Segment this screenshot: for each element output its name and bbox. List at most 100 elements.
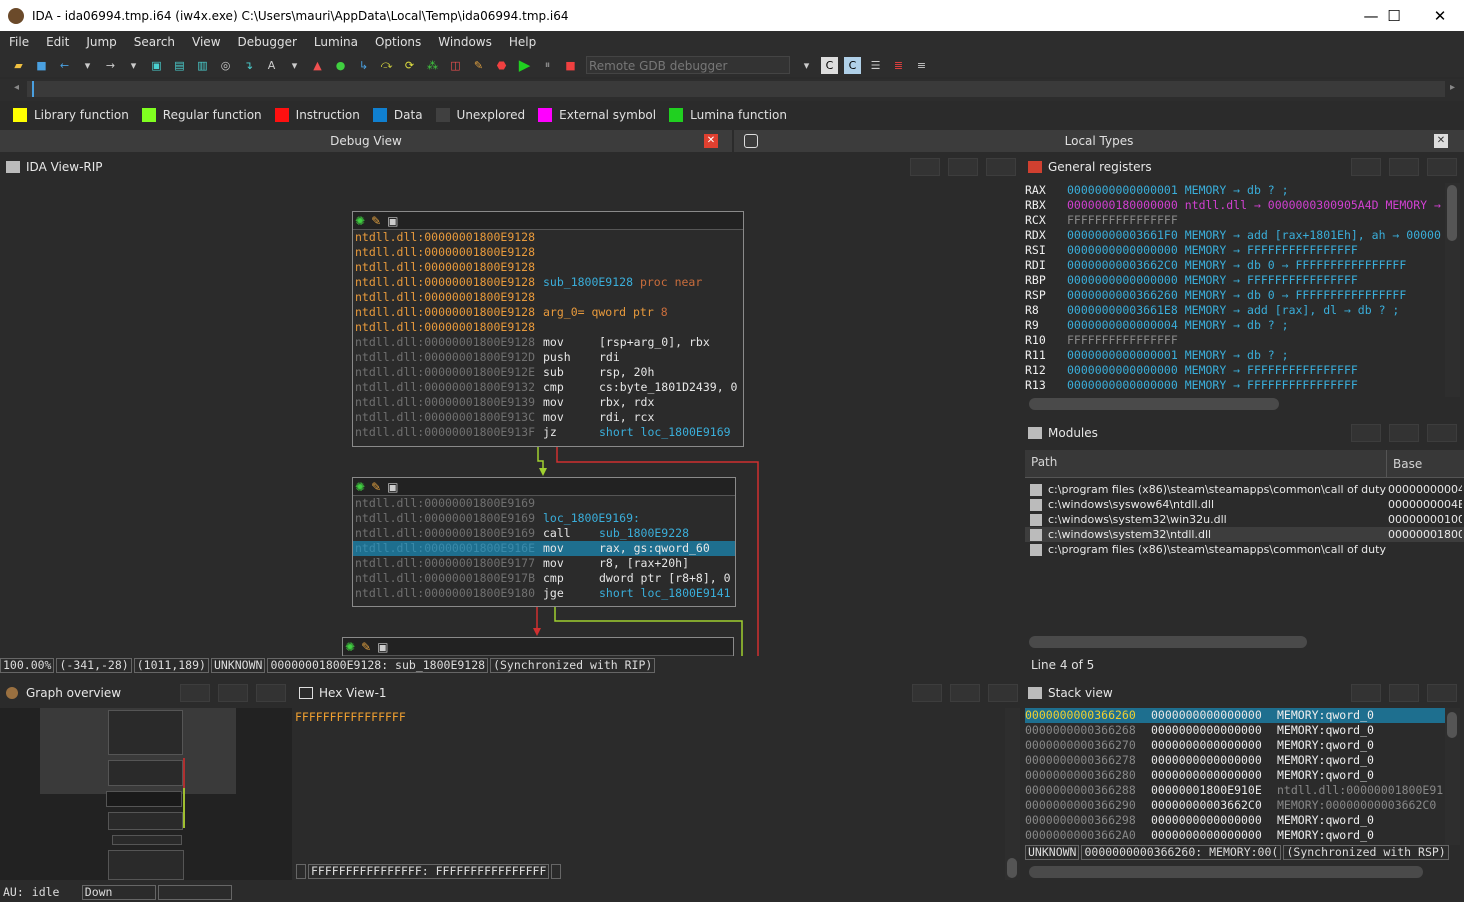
stack-row[interactable]: 0000000000366288 00000001800E910E ntdll.dl… <box>1025 783 1445 798</box>
register-row[interactable]: R9 0000000000000004 MEMORY → db ? ; <box>1025 318 1443 333</box>
menu-jump[interactable]: Jump <box>77 35 124 49</box>
edit-icon[interactable]: ✎ <box>470 57 487 74</box>
menu-file[interactable]: File <box>0 35 37 49</box>
menu-search[interactable]: Search <box>125 35 183 49</box>
code-line[interactable]: ntdll.dll:00000001800E9139 mov rbx, rdx <box>353 395 743 410</box>
code-line[interactable]: ntdll.dll:00000001800E9128 sub_1800E9128 … <box>353 275 743 290</box>
code-line[interactable]: ntdll.dll:00000001800E9128 <box>353 230 743 245</box>
run-to-cursor-icon[interactable]: ⟳ <box>401 57 418 74</box>
register-row[interactable]: RSI 0000000000000000 MEMORY → FFFFFFFFFFF… <box>1025 243 1443 258</box>
node-rename-icon[interactable]: ✎ <box>361 640 371 654</box>
stack-scrollbar[interactable] <box>1445 708 1460 845</box>
node-group-icon[interactable]: ▣ <box>387 214 398 228</box>
hex-scrollbar[interactable] <box>1005 708 1020 880</box>
modules-maximize-button[interactable] <box>1389 424 1419 442</box>
navigation-band[interactable]: ◂ ▸ <box>0 79 1464 101</box>
code-operand[interactable]: [rsp+arg_0], rbx <box>599 335 710 349</box>
node-color-icon[interactable]: ✺ <box>355 480 365 494</box>
graph-icon[interactable]: ▣ <box>148 57 165 74</box>
list-indent-icon[interactable]: ≡ <box>913 57 930 74</box>
code-operand[interactable]: dword ptr [r8+8], 0 <box>599 571 731 585</box>
code-line-selected[interactable]: ntdll.dll:00000001800E916E mov rax, gs:qwo… <box>353 541 735 556</box>
modules-close-button[interactable] <box>1427 424 1457 442</box>
overview-maximize-button[interactable] <box>218 684 248 702</box>
close-button[interactable]: ✕ <box>1417 0 1463 31</box>
modules-float-button[interactable] <box>1351 424 1381 442</box>
code-line[interactable]: ntdll.dll:00000001800E9128 <box>353 260 743 275</box>
ida-view-float-button[interactable] <box>910 158 940 176</box>
menu-debugger[interactable]: Debugger <box>229 35 305 49</box>
registers-close-button[interactable] <box>1427 158 1457 176</box>
tab-debug-view[interactable]: Debug View ✕ <box>0 130 732 152</box>
graph-view[interactable]: ✺ ✎ ▣ ntdll.dll:00000001800E9128 ntdll.dll:… <box>0 180 1020 656</box>
open-icon[interactable]: ▰ <box>10 57 27 74</box>
trace-icon[interactable]: ⁂ <box>424 57 441 74</box>
register-row[interactable]: RBX 0000000180000000 ntdll.dll → 00000003… <box>1025 198 1443 213</box>
overview-float-button[interactable] <box>180 684 210 702</box>
register-row[interactable]: R13 0000000000000000 MEMORY → FFFFFFFFFFF… <box>1025 378 1443 393</box>
modules-hscroll[interactable] <box>1029 636 1307 648</box>
stack-float-button[interactable] <box>1351 684 1381 702</box>
hex-content[interactable]: FFFFFFFFFFFFFFFF <box>294 708 1002 724</box>
registers-hscroll[interactable] <box>1029 398 1279 410</box>
stack-hscroll[interactable] <box>1029 866 1423 878</box>
column-base[interactable]: Base <box>1387 452 1422 476</box>
hex-view[interactable]: FFFFFFFFFFFFFFFF <box>294 708 1002 863</box>
menu-windows[interactable]: Windows <box>429 35 500 49</box>
register-value[interactable]: 0000000000000004 <box>1067 318 1178 332</box>
register-value[interactable]: 0000000000000000 <box>1067 243 1178 257</box>
names-icon[interactable]: ▤ <box>171 57 188 74</box>
stack-row[interactable]: 0000000000366278 0000000000000000 MEMORY:q… <box>1025 753 1445 768</box>
stack-row[interactable]: 0000000000366270 0000000000000000 MEMORY:q… <box>1025 738 1445 753</box>
code-line[interactable]: ntdll.dll:00000001800E913F jz short loc_18… <box>353 425 743 440</box>
code-operand[interactable]: short loc_1800E9141 <box>599 586 731 600</box>
node-rename-icon[interactable]: ✎ <box>371 480 381 494</box>
stack-row[interactable]: 0000000000366298 0000000000000000 MEMORY:q… <box>1025 813 1445 828</box>
code-label[interactable]: sub_1800E9128 <box>543 275 633 289</box>
module-row[interactable]: c:\windows\syswow64\ntdll.dll 0000000004B… <box>1025 497 1464 512</box>
register-value[interactable]: FFFFFFFFFFFFFFFF <box>1067 333 1178 347</box>
step-into-icon[interactable]: ↳ <box>355 57 372 74</box>
node-rename-icon[interactable]: ✎ <box>371 214 381 228</box>
code-line[interactable]: ntdll.dll:00000001800E9169 call sub_1800E9… <box>353 526 735 541</box>
save-icon[interactable]: ■ <box>33 57 50 74</box>
code-operand[interactable]: rdi, rcx <box>599 410 654 424</box>
code-label[interactable]: loc_1800E9169: <box>543 511 640 525</box>
globe-icon[interactable]: ● <box>332 57 349 74</box>
register-row[interactable]: R12 0000000000000000 MEMORY → FFFFFFFFFFF… <box>1025 363 1443 378</box>
register-row[interactable]: R8 00000000003661E8 MEMORY → add [rax], d… <box>1025 303 1443 318</box>
tab-local-types[interactable]: Local Types ✕ <box>734 130 1464 152</box>
registers-maximize-button[interactable] <box>1389 158 1419 176</box>
code-line[interactable]: ntdll.dll:00000001800E9128 arg_0= qword p… <box>353 305 743 320</box>
node-group-icon[interactable]: ▣ <box>377 640 388 654</box>
register-value[interactable]: 0000000000000000 <box>1067 363 1178 377</box>
stack-row[interactable]: 0000000000366260 0000000000000000 MEMORY:q… <box>1025 708 1445 723</box>
code-line[interactable]: ntdll.dll:00000001800E9128 <box>353 320 743 335</box>
register-row[interactable]: R11 0000000000000001 MEMORY → db ? ; <box>1025 348 1443 363</box>
column-path[interactable]: Path <box>1025 449 1387 478</box>
register-value[interactable]: 0000000000000000 <box>1067 378 1178 392</box>
nav-left-icon[interactable]: ◂ <box>14 82 19 93</box>
image-icon[interactable]: ▲ <box>309 57 326 74</box>
registers-float-button[interactable] <box>1351 158 1381 176</box>
code-line[interactable]: ntdll.dll:00000001800E913C mov rdi, rcx <box>353 410 743 425</box>
ida-view-close-button[interactable] <box>986 158 1016 176</box>
menu-help[interactable]: Help <box>500 35 544 49</box>
register-value[interactable]: 00000000003662C0 <box>1067 258 1178 272</box>
registers-scrollbar[interactable] <box>1445 183 1460 397</box>
jump-icon[interactable]: ↴ <box>240 57 257 74</box>
code-operand[interactable]: rbx, rdx <box>599 395 654 409</box>
code-line[interactable]: ntdll.dll:00000001800E9180 jge short loc_1… <box>353 586 735 601</box>
code-line[interactable]: ntdll.dll:00000001800E917B cmp dword ptr [… <box>353 571 735 586</box>
text-dropdown-icon[interactable]: ▾ <box>286 57 303 74</box>
graph-overview[interactable] <box>0 708 292 880</box>
stack-row[interactable]: 0000000000366268 0000000000000000 MEMORY:q… <box>1025 723 1445 738</box>
register-row[interactable]: R10 FFFFFFFFFFFFFFFF <box>1025 333 1443 348</box>
hex-close-button[interactable] <box>988 684 1018 702</box>
register-value[interactable]: 00000000003661E8 <box>1067 303 1178 317</box>
node-group-icon[interactable]: ▣ <box>387 480 398 494</box>
code-line[interactable]: ntdll.dll:00000001800E9128 <box>353 290 743 305</box>
node-color-icon[interactable]: ✺ <box>355 214 365 228</box>
play-icon[interactable]: ▶ <box>516 56 533 74</box>
functions-icon[interactable]: ▥ <box>194 57 211 74</box>
